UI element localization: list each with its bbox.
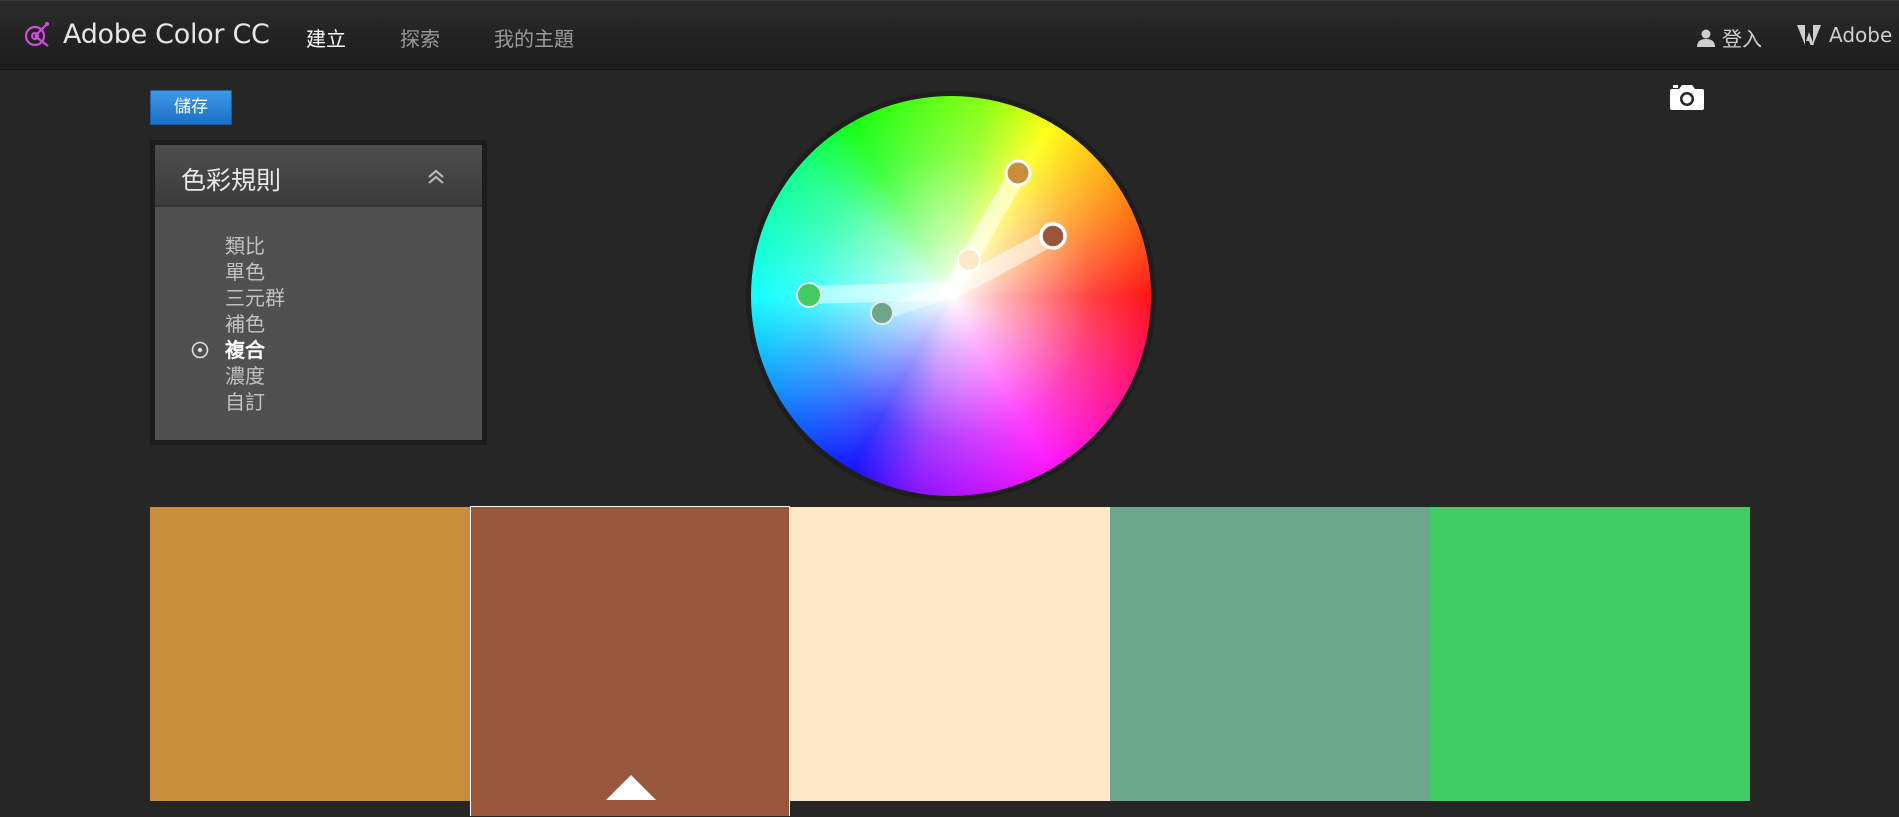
nav-my-themes[interactable]: 我的主題 (494, 23, 574, 52)
color-handle-3[interactable] (957, 248, 981, 272)
rule-label: 三元群 (225, 286, 285, 310)
nav-explore[interactable]: 探索 (400, 23, 440, 52)
rule-label: 濃度 (225, 364, 265, 388)
color-handle-5[interactable] (796, 282, 822, 308)
rule-analogous[interactable]: 類比 (155, 233, 482, 259)
swatch-5[interactable] (1430, 507, 1750, 801)
swatch-3[interactable] (790, 507, 1110, 801)
color-palette (150, 506, 1750, 816)
color-rules-panel: 色彩規則 類比 單色 三元群 補色 複合 濃度 自訂 (150, 140, 487, 445)
color-handle-1[interactable] (1004, 159, 1032, 187)
swatch-selected-caret-icon (606, 775, 656, 800)
color-wheel[interactable] (746, 91, 1156, 501)
login-link[interactable]: 登入 (1696, 23, 1762, 52)
color-rule-list: 類比 單色 三元群 補色 複合 濃度 自訂 (155, 233, 482, 415)
rule-triad[interactable]: 三元群 (155, 285, 482, 311)
camera-icon[interactable] (1669, 82, 1705, 112)
rule-monochromatic[interactable]: 單色 (155, 259, 482, 285)
rule-shades[interactable]: 濃度 (155, 363, 482, 389)
rule-label: 自訂 (225, 390, 265, 414)
adobe-color-logo-icon[interactable] (22, 20, 52, 50)
app-title[interactable]: Adobe Color CC (63, 19, 270, 50)
swatch-4[interactable] (1110, 507, 1430, 801)
rule-label: 類比 (225, 234, 265, 258)
top-nav-bar: Adobe Color CC 建立 探索 我的主題 登入 Adobe (0, 0, 1899, 70)
color-rules-header[interactable]: 色彩規則 (155, 145, 482, 207)
rule-custom[interactable]: 自訂 (155, 389, 482, 415)
color-rules-body: 色彩規則 類比 單色 三元群 補色 複合 濃度 自訂 (155, 145, 482, 440)
login-label: 登入 (1722, 27, 1762, 51)
rule-complementary[interactable]: 補色 (155, 311, 482, 337)
rule-label: 單色 (225, 260, 265, 284)
color-handle-2-base[interactable] (1039, 222, 1067, 250)
swatch-1[interactable] (150, 507, 470, 801)
adobe-logo-icon (1797, 25, 1821, 45)
color-handle-4[interactable] (870, 301, 894, 325)
user-icon (1697, 29, 1715, 47)
rule-compound[interactable]: 複合 (155, 337, 482, 363)
save-button[interactable]: 儲存 (150, 90, 232, 125)
color-wheel-handles (796, 159, 1067, 325)
color-rules-title: 色彩規則 (181, 166, 282, 195)
rule-label: 補色 (225, 312, 265, 336)
adobe-link[interactable]: Adobe (1797, 23, 1892, 47)
radio-selected-icon (191, 341, 209, 359)
nav-create[interactable]: 建立 (306, 23, 346, 52)
double-chevron-up-icon[interactable] (426, 169, 446, 185)
adobe-label: Adobe (1829, 23, 1893, 47)
swatch-2[interactable] (470, 506, 790, 816)
rule-label: 複合 (225, 338, 265, 362)
